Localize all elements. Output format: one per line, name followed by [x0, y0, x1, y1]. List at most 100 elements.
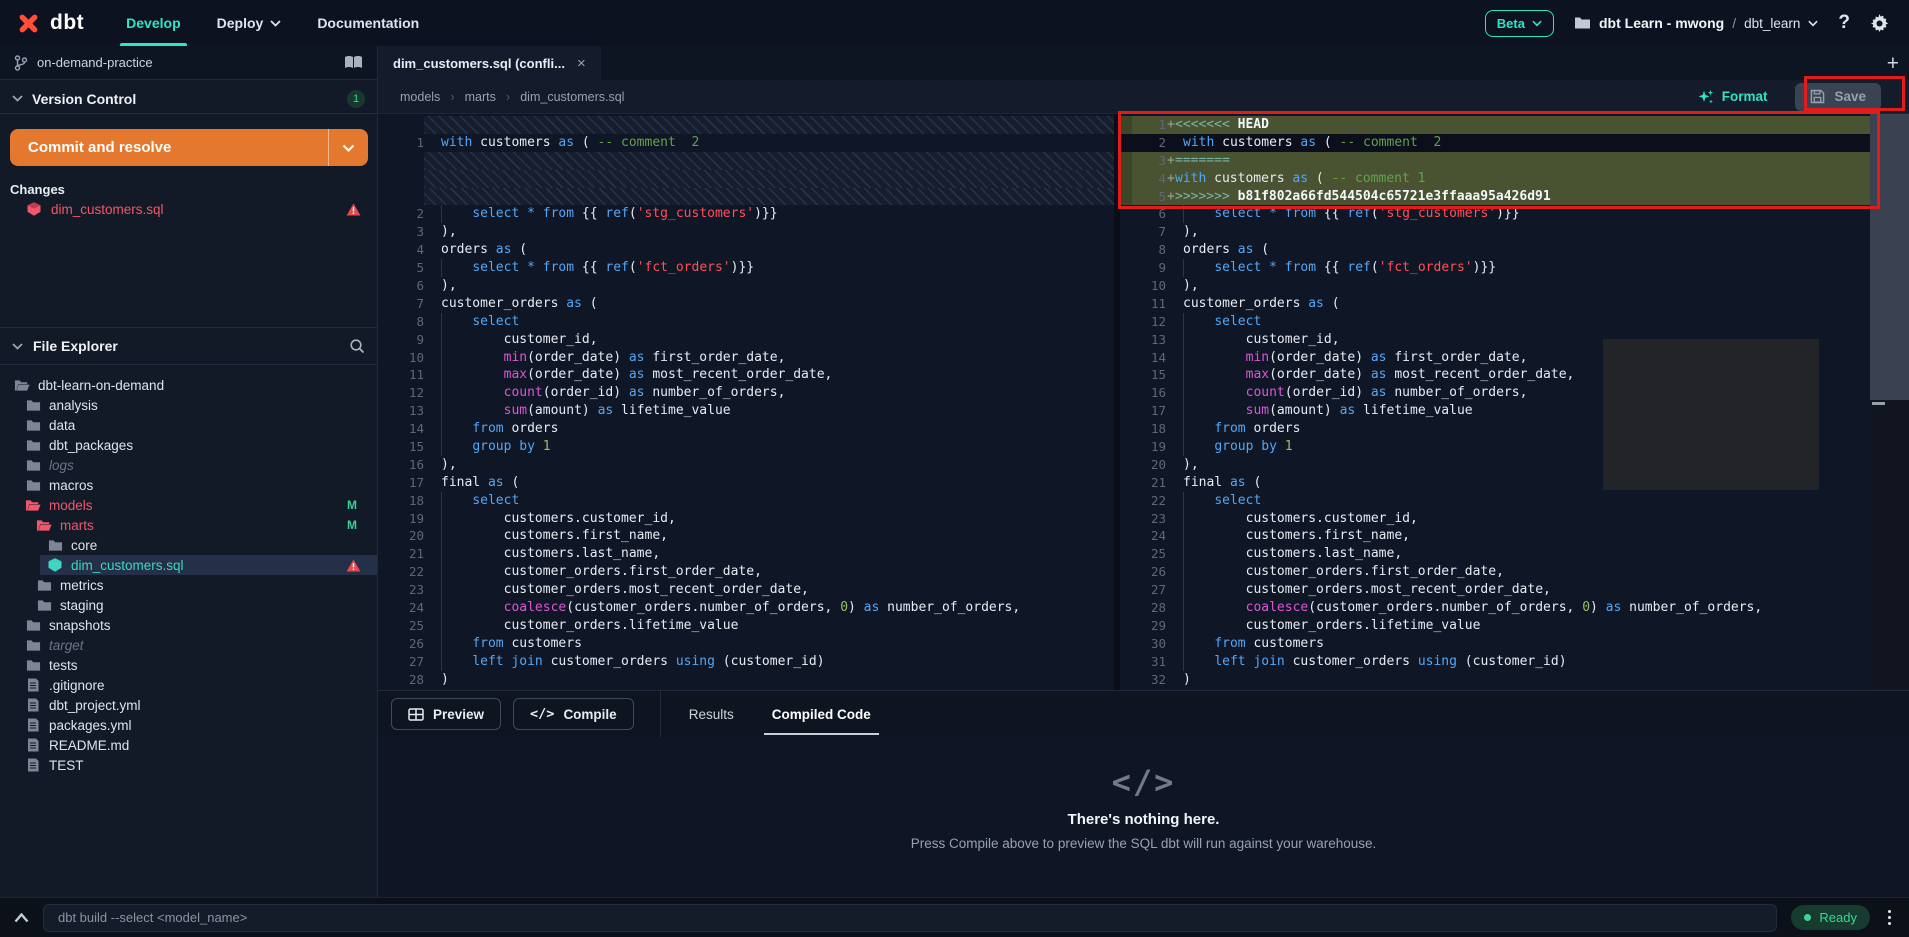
- tab-results[interactable]: Results: [689, 691, 734, 737]
- tree-item-core[interactable]: core: [0, 535, 377, 555]
- scrollbar-thumb[interactable]: [1870, 114, 1909, 400]
- tree-item-logs[interactable]: logs: [0, 455, 377, 475]
- code-line[interactable]: 30 from customers: [1120, 635, 1870, 653]
- code-line[interactable]: 14 from orders: [378, 420, 1114, 438]
- diff-filler-row[interactable]: [378, 116, 1114, 134]
- code-line[interactable]: 20 customers.first_name,: [378, 527, 1114, 545]
- compile-button[interactable]: </> Compile: [513, 698, 634, 730]
- tree-item-dbt-project-yml[interactable]: dbt_project.yml: [0, 695, 377, 715]
- code-line[interactable]: 3),: [378, 223, 1114, 241]
- project-switcher[interactable]: dbt Learn - mwong / dbt_learn: [1574, 15, 1818, 31]
- code-line[interactable]: 2with customers as ( -- comment 2: [1120, 134, 1870, 152]
- code-line[interactable]: 28): [378, 671, 1114, 689]
- code-line[interactable]: 22 customer_orders.first_order_date,: [378, 563, 1114, 581]
- code-line[interactable]: 4orders as (: [378, 241, 1114, 259]
- breadcrumb-file[interactable]: dim_customers.sql: [520, 90, 624, 104]
- help-icon[interactable]: ?: [1838, 12, 1850, 34]
- changed-file-row[interactable]: dim_customers.sql: [0, 198, 377, 220]
- code-line[interactable]: 10 min(order_date) as first_order_date,: [378, 349, 1114, 367]
- code-line[interactable]: 26 customer_orders.first_order_date,: [1120, 563, 1870, 581]
- code-line[interactable]: 23 customer_orders.most_recent_order_dat…: [378, 581, 1114, 599]
- search-icon[interactable]: [349, 338, 365, 354]
- code-line[interactable]: 25 customer_orders.lifetime_value: [378, 617, 1114, 635]
- code-line[interactable]: 12 select: [1120, 313, 1870, 331]
- diff-pane-current[interactable]: 1with customers as ( -- comment 2 2 selec…: [378, 114, 1114, 690]
- format-button[interactable]: Format: [1698, 89, 1768, 105]
- tree-item-test[interactable]: TEST: [0, 755, 377, 775]
- code-line[interactable]: 31 left join customer_orders using (cust…: [1120, 653, 1870, 671]
- code-line[interactable]: 27 left join customer_orders using (cust…: [378, 653, 1114, 671]
- commit-options-dropdown[interactable]: [328, 129, 368, 166]
- code-line[interactable]: 6 select * from {{ ref('stg_customers')}…: [1120, 205, 1870, 223]
- tab-dim-customers[interactable]: dim_customers.sql (confli... ×: [378, 46, 601, 80]
- commit-and-resolve-button[interactable]: Commit and resolve: [10, 129, 368, 166]
- tree-item-readme-md[interactable]: README.md: [0, 735, 377, 755]
- code-line[interactable]: 28 coalesce(customer_orders.number_of_or…: [1120, 599, 1870, 617]
- code-line[interactable]: 7customer_orders as (: [378, 295, 1114, 313]
- diff-filler-row[interactable]: [378, 170, 1114, 188]
- code-line[interactable]: 3+=======: [1120, 152, 1870, 170]
- tree-item-dbt-learn-on-demand[interactable]: dbt-learn-on-demand: [0, 375, 377, 395]
- file-explorer-header[interactable]: File Explorer: [0, 327, 377, 365]
- code-line[interactable]: 22 select: [1120, 492, 1870, 510]
- code-line[interactable]: 12 count(order_id) as number_of_orders,: [378, 384, 1114, 402]
- code-line[interactable]: 25 customers.last_name,: [1120, 545, 1870, 563]
- menu-deploy[interactable]: Deploy: [217, 0, 282, 46]
- tree-item-dim-customers-sql[interactable]: dim_customers.sql: [0, 555, 377, 575]
- preview-button[interactable]: Preview: [391, 698, 501, 730]
- dbt-logo[interactable]: dbt: [0, 11, 84, 36]
- code-line[interactable]: 8 select: [378, 313, 1114, 331]
- code-line[interactable]: 1+<<<<<<< HEAD: [1120, 116, 1870, 134]
- tree-item--gitignore[interactable]: .gitignore: [0, 675, 377, 695]
- code-line[interactable]: 13 sum(amount) as lifetime_value: [378, 402, 1114, 420]
- tab-compiled-code[interactable]: Compiled Code: [772, 691, 871, 737]
- tree-item-metrics[interactable]: metrics: [0, 575, 377, 595]
- code-line[interactable]: 6),: [378, 277, 1114, 295]
- code-line[interactable]: 24 customers.first_name,: [1120, 527, 1870, 545]
- code-line[interactable]: 21 customers.last_name,: [378, 545, 1114, 563]
- menu-develop[interactable]: Develop: [126, 0, 180, 46]
- beta-toggle[interactable]: Beta: [1485, 10, 1554, 37]
- code-line[interactable]: 4+with customers as ( -- comment 1: [1120, 170, 1870, 188]
- editor-scrollbar[interactable]: [1870, 114, 1909, 690]
- tree-item-marts[interactable]: martsM: [0, 515, 377, 535]
- save-button[interactable]: Save: [1795, 83, 1881, 111]
- breadcrumb-marts[interactable]: marts: [465, 90, 496, 104]
- code-line[interactable]: 1with customers as ( -- comment 2: [378, 134, 1114, 152]
- code-line[interactable]: 19 customers.customer_id,: [378, 510, 1114, 528]
- gear-icon[interactable]: [1870, 14, 1889, 33]
- tree-item-tests[interactable]: tests: [0, 655, 377, 675]
- kebab-menu-icon[interactable]: [1884, 910, 1895, 925]
- diff-filler-row[interactable]: [378, 152, 1114, 170]
- tree-item-packages-yml[interactable]: packages.yml: [0, 715, 377, 735]
- code-line[interactable]: 5 select * from {{ ref('fct_orders')}}: [378, 259, 1114, 277]
- code-line[interactable]: 18 select: [378, 492, 1114, 510]
- tree-item-snapshots[interactable]: snapshots: [0, 615, 377, 635]
- code-line[interactable]: 32): [1120, 671, 1870, 689]
- chevron-up-icon[interactable]: [14, 913, 29, 923]
- code-line[interactable]: 2 select * from {{ ref('stg_customers')}…: [378, 205, 1114, 223]
- branch-selector[interactable]: on-demand-practice: [0, 46, 378, 80]
- tree-item-staging[interactable]: staging: [0, 595, 377, 615]
- tree-item-models[interactable]: modelsM: [0, 495, 377, 515]
- diff-filler-row[interactable]: [378, 188, 1114, 206]
- code-line[interactable]: 9 customer_id,: [378, 331, 1114, 349]
- tree-item-data[interactable]: data: [0, 415, 377, 435]
- code-line[interactable]: 5+>>>>>>> b81f802a66fd544504c65721e3ffaa…: [1120, 188, 1870, 206]
- close-tab-icon[interactable]: ×: [577, 55, 586, 72]
- code-line[interactable]: 10),: [1120, 277, 1870, 295]
- code-line[interactable]: 11 max(order_date) as most_recent_order_…: [378, 366, 1114, 384]
- new-tab-icon[interactable]: +: [1887, 53, 1899, 74]
- tree-item-analysis[interactable]: analysis: [0, 395, 377, 415]
- menu-documentation[interactable]: Documentation: [317, 0, 419, 46]
- tree-item-dbt-packages[interactable]: dbt_packages: [0, 435, 377, 455]
- code-line[interactable]: 16),: [378, 456, 1114, 474]
- status-badge[interactable]: Ready: [1791, 905, 1870, 930]
- code-line[interactable]: 29 customer_orders.lifetime_value: [1120, 617, 1870, 635]
- breadcrumb-models[interactable]: models: [400, 90, 440, 104]
- book-icon[interactable]: [344, 55, 363, 70]
- tree-item-target[interactable]: target: [0, 635, 377, 655]
- code-line[interactable]: 24 coalesce(customer_orders.number_of_or…: [378, 599, 1114, 617]
- command-input[interactable]: [43, 904, 1777, 932]
- code-line[interactable]: 17final as (: [378, 474, 1114, 492]
